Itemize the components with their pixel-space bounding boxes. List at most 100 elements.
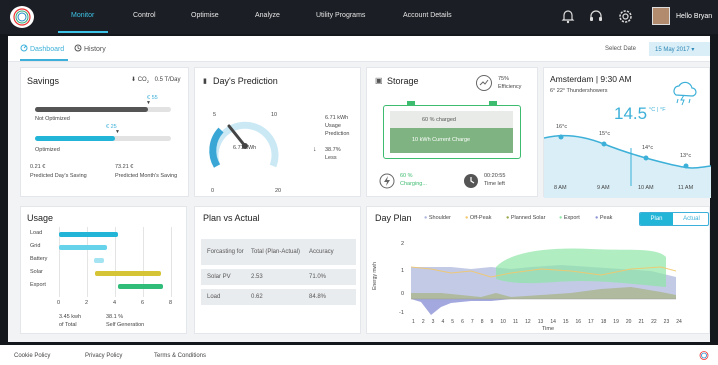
charging-label: Charging... bbox=[400, 181, 427, 187]
usage-title: Usage bbox=[27, 213, 54, 223]
weather-point bbox=[601, 141, 607, 147]
footer-terms[interactable]: Terms & Conditions bbox=[154, 353, 206, 359]
table-cell: 84.8% bbox=[309, 294, 327, 300]
battery-current-text: 10 kWh Current Charge bbox=[412, 137, 471, 143]
self-generation-value: 38.1 % bbox=[106, 314, 124, 320]
nav-control[interactable]: Control bbox=[133, 12, 156, 19]
usage-total-label: of Total bbox=[59, 322, 77, 328]
footer-privacy-policy[interactable]: Privacy Policy bbox=[85, 353, 122, 359]
unit-separator: | bbox=[657, 107, 659, 113]
optimized-bar bbox=[35, 136, 115, 141]
gauge-value: 6.71 kWh bbox=[233, 145, 257, 151]
plan-actual-toggle: Plan Actual bbox=[639, 212, 709, 226]
unit-celsius[interactable]: °C bbox=[649, 107, 655, 113]
usage-axis-tick: 6 bbox=[141, 300, 145, 306]
legend-item: ● Peak bbox=[595, 215, 613, 221]
plan-vs-actual-title: Plan vs Actual bbox=[203, 213, 260, 223]
tab-dashboard[interactable]: Dashboard bbox=[20, 44, 64, 53]
legend-label: Shoulder bbox=[428, 215, 451, 221]
table-cell: 0.62 bbox=[251, 294, 263, 300]
self-generation-label: Self Generation bbox=[106, 322, 145, 328]
usage-row-label: Grid bbox=[30, 243, 41, 249]
nav-monitor[interactable]: Monitor bbox=[71, 12, 94, 19]
usage-bar-export bbox=[117, 284, 163, 289]
table-row: Solar PV 2.53 71.0% bbox=[201, 269, 356, 285]
storage-title: Storage bbox=[387, 76, 419, 86]
footer-cookie-policy[interactable]: Cookie Policy bbox=[14, 353, 50, 359]
weather-point bbox=[683, 163, 689, 169]
usage-row-label: Export bbox=[30, 282, 46, 288]
gear-icon[interactable] bbox=[617, 8, 634, 30]
legend-label: Peak bbox=[599, 215, 613, 221]
weather-city-time: Amsterdam | 9:30 AM bbox=[550, 74, 632, 84]
nav-optimise[interactable]: Optimise bbox=[191, 12, 219, 19]
day-plan-y-label: Energy mwh bbox=[371, 262, 378, 290]
legend-label: Export bbox=[563, 215, 580, 221]
day-plan-title: Day Plan bbox=[375, 213, 412, 223]
usage-axis-tick: 4 bbox=[113, 300, 117, 306]
usage-row-label: Battery bbox=[30, 256, 48, 262]
day-plan-card: Day Plan ● Shoulder ● Off-Peak ● Planned… bbox=[366, 206, 710, 334]
table-cell: Load bbox=[207, 294, 221, 300]
efficiency-icon bbox=[476, 75, 492, 91]
y-tick: 2 bbox=[401, 241, 405, 247]
sub-header: Dashboard History Select Date 15 May 201… bbox=[8, 36, 710, 62]
x-tick: 6 bbox=[461, 319, 464, 325]
less-label: Less bbox=[325, 155, 337, 161]
efficiency-label: Efficiency bbox=[498, 84, 522, 90]
usage-label: Usage bbox=[325, 123, 341, 129]
usage-gridline bbox=[171, 227, 172, 297]
x-tick: 15 bbox=[562, 319, 569, 325]
legend-item: ● Shoulder bbox=[424, 215, 451, 221]
table-cell: Solar PV bbox=[207, 274, 231, 280]
usage-bar-solar bbox=[95, 271, 162, 276]
triangle-down-icon: ▼ bbox=[146, 100, 151, 106]
tab-active-indicator bbox=[20, 59, 68, 61]
peak-area bbox=[411, 299, 676, 315]
x-tick: 8 bbox=[480, 319, 484, 325]
weather-details: 6° 22° Thundershowers bbox=[550, 88, 608, 94]
toggle-plan[interactable]: Plan bbox=[640, 213, 673, 225]
nav-account-details[interactable]: Account Details bbox=[403, 12, 452, 19]
weather-temp-label: 13°c bbox=[680, 153, 692, 159]
plan-vs-actual-table: Forcasting for Total (Plan-Actual) Accur… bbox=[201, 239, 356, 305]
gauge-label-10: 10 bbox=[271, 112, 278, 118]
nav-active-indicator bbox=[58, 31, 108, 33]
day-saving-value: 0.21 € bbox=[30, 164, 46, 170]
usage-gridline bbox=[115, 227, 116, 297]
user-greeting[interactable]: Hello Bryan bbox=[676, 13, 712, 20]
x-tick: 21 bbox=[638, 319, 645, 325]
unit-fahrenheit[interactable]: °F bbox=[660, 107, 666, 113]
usage-bar-load bbox=[59, 232, 118, 237]
date-select[interactable]: 15 May 2017 ▾ bbox=[649, 42, 710, 56]
bell-icon[interactable] bbox=[561, 8, 575, 29]
footer-logo bbox=[699, 351, 709, 360]
nav-utility-programs[interactable]: Utility Programs bbox=[316, 12, 365, 19]
legend-label: Off-Peak bbox=[469, 215, 492, 221]
x-tick: 4 bbox=[441, 319, 445, 325]
dashboard-icon bbox=[20, 44, 28, 52]
co2-indicator: ⬇ CO2 0.5 T/Day bbox=[131, 77, 181, 85]
weather-time-label: 9 AM bbox=[597, 185, 610, 191]
weather-card: Amsterdam | 9:30 AM 6° 22° Thundershower… bbox=[543, 67, 711, 198]
avatar[interactable] bbox=[652, 7, 670, 25]
usage-value: 6.71 kWh bbox=[325, 115, 349, 121]
tab-history[interactable]: History bbox=[74, 44, 106, 53]
y-tick: 1 bbox=[401, 268, 405, 274]
nav-analyze[interactable]: Analyze bbox=[255, 12, 280, 19]
month-saving-label: Predicted Month's Saving bbox=[115, 173, 178, 179]
x-tick: 23 bbox=[663, 319, 670, 325]
tab-dashboard-label: Dashboard bbox=[29, 46, 65, 53]
weather-time-label: 11 AM bbox=[678, 185, 694, 191]
x-tick: 19 bbox=[613, 319, 619, 325]
weather-temp-label: 15°c bbox=[599, 131, 611, 137]
headset-icon[interactable] bbox=[588, 8, 604, 29]
brand-logo[interactable] bbox=[10, 6, 34, 28]
efficiency-value: 75% bbox=[498, 76, 510, 82]
usage-axis-tick: 8 bbox=[169, 300, 173, 306]
prediction-title: Day's Prediction bbox=[213, 76, 278, 86]
usage-bar-battery bbox=[94, 258, 104, 263]
battery-graphic: 60 % charged 10 kWh Current Charge bbox=[383, 105, 521, 159]
legend-item: ● Export bbox=[559, 215, 580, 221]
toggle-actual[interactable]: Actual bbox=[674, 213, 708, 225]
